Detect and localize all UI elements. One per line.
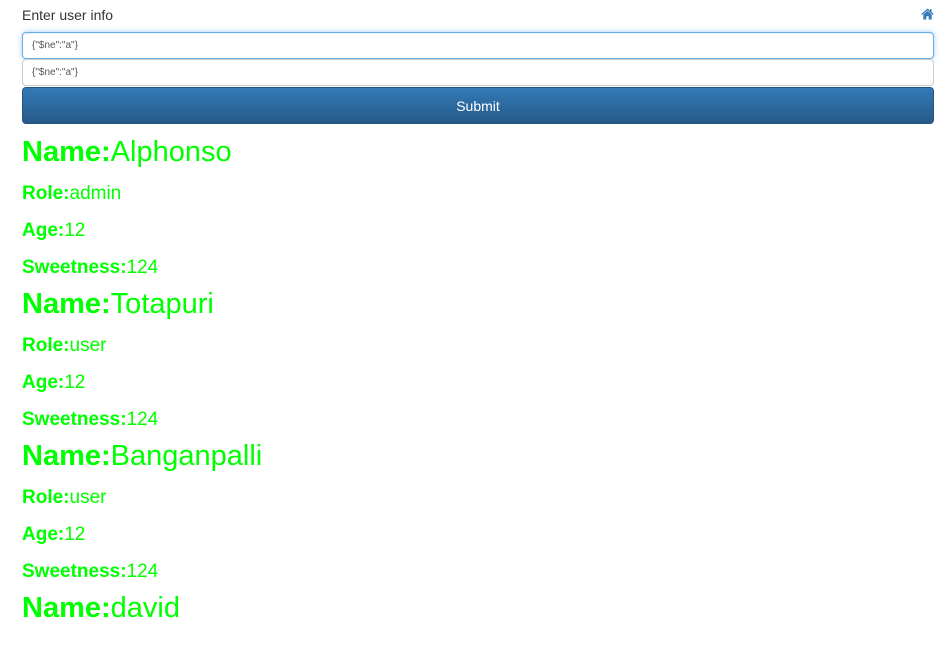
name-value: Totapuri xyxy=(110,288,214,320)
age-key: Age: xyxy=(22,220,65,241)
user-sweetness: Sweetness:124 xyxy=(22,560,934,584)
role-key: Role: xyxy=(22,487,70,508)
sweetness-key: Sweetness: xyxy=(22,409,127,430)
user-name: Name:Totapuri xyxy=(22,288,934,321)
role-key: Role: xyxy=(22,335,70,356)
form-header: Enter user info xyxy=(22,5,934,27)
role-value: user xyxy=(69,487,107,508)
user-sweetness: Sweetness:124 xyxy=(22,256,934,280)
name-value: Alphonso xyxy=(110,136,232,168)
user-age: Age:12 xyxy=(22,219,934,243)
sweetness-value: 124 xyxy=(126,561,159,582)
role-value: user xyxy=(69,335,107,356)
sweetness-key: Sweetness: xyxy=(22,561,127,582)
sweetness-key: Sweetness: xyxy=(22,257,127,278)
age-key: Age: xyxy=(22,524,65,545)
submit-button[interactable]: Submit xyxy=(22,87,934,124)
user-role: Role:user xyxy=(22,334,934,358)
name-value: david xyxy=(110,592,180,624)
user-age: Age:12 xyxy=(22,371,934,395)
sweetness-value: 124 xyxy=(126,409,159,430)
name-key: Name: xyxy=(22,592,111,624)
role-value: admin xyxy=(69,183,122,204)
name-value: Banganpalli xyxy=(110,440,263,472)
age-value: 12 xyxy=(64,220,86,241)
age-value: 12 xyxy=(64,372,86,393)
name-key: Name: xyxy=(22,288,111,320)
page: Enter user info Submit Name:Alphonso Rol… xyxy=(0,0,951,654)
user-info-input-2[interactable] xyxy=(22,59,934,86)
user-name: Name:Banganpalli xyxy=(22,440,934,473)
user-info-input-1[interactable] xyxy=(22,32,934,59)
sweetness-value: 124 xyxy=(126,257,159,278)
user-name: Name:david xyxy=(22,592,934,625)
user-role: Role:user xyxy=(22,486,934,510)
name-key: Name: xyxy=(22,136,111,168)
user-name: Name:Alphonso xyxy=(22,136,934,169)
home-icon[interactable] xyxy=(921,8,934,21)
user-age: Age:12 xyxy=(22,523,934,547)
user-sweetness: Sweetness:124 xyxy=(22,408,934,432)
name-key: Name: xyxy=(22,440,111,472)
form-label: Enter user info xyxy=(22,7,114,23)
role-key: Role: xyxy=(22,183,70,204)
user-role: Role:admin xyxy=(22,182,934,206)
age-value: 12 xyxy=(64,524,86,545)
age-key: Age: xyxy=(22,372,65,393)
results-list: Name:Alphonso Role:admin Age:12 Sweetnes… xyxy=(22,128,934,625)
